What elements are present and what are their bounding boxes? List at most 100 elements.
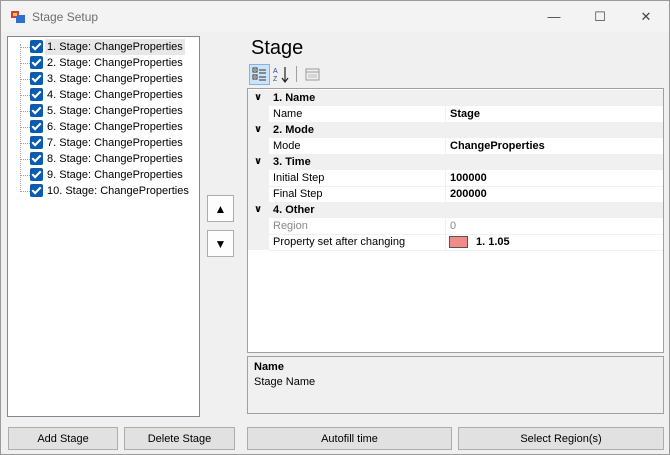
property-value[interactable]: 100000 — [450, 170, 487, 186]
chevron-down-icon[interactable]: ∨ — [253, 202, 263, 218]
property-grid-title: Stage — [251, 37, 304, 59]
row-gutter — [248, 234, 269, 250]
description-body: Stage Name — [254, 376, 316, 388]
tree-connector — [20, 79, 30, 80]
stage-tree[interactable]: 1. Stage: ChangeProperties 2. Stage: Cha… — [7, 36, 200, 417]
tree-item-label: 10. Stage: ChangeProperties — [47, 185, 189, 197]
row-gutter — [248, 170, 269, 186]
property-value[interactable]: 1. 1.05 — [476, 234, 510, 250]
stage-checkbox[interactable] — [30, 120, 43, 133]
tree-item[interactable]: 1. Stage: ChangeProperties — [8, 39, 199, 55]
chevron-down-icon[interactable]: ∨ — [253, 90, 263, 106]
tree-connector — [20, 175, 30, 176]
category-row[interactable]: ∨ 3. Time — [248, 154, 663, 170]
property-name: Region — [273, 220, 308, 232]
stage-checkbox[interactable] — [30, 104, 43, 117]
color-swatch[interactable] — [449, 236, 468, 248]
property-row[interactable]: Mode ChangeProperties — [248, 138, 663, 155]
property-grid[interactable]: ∨ 1. Name Name Stage ∨ 2. Mode Mode Chan… — [247, 88, 664, 353]
stage-checkbox[interactable] — [30, 152, 43, 165]
row-gutter — [248, 186, 269, 202]
property-row[interactable]: Final Step 200000 — [248, 186, 663, 203]
property-name: Name — [273, 108, 303, 120]
categorized-view-button[interactable] — [249, 64, 270, 85]
maximize-button[interactable]: ☐ — [577, 1, 623, 32]
tree-connector — [20, 191, 30, 192]
category-label: 1. Name — [273, 92, 316, 104]
tree-item-label: 4. Stage: ChangeProperties — [47, 89, 183, 101]
stage-checkbox[interactable] — [30, 184, 43, 197]
tree-item[interactable]: 3. Stage: ChangeProperties — [8, 71, 199, 87]
tree-connector — [20, 63, 30, 64]
category-label: 3. Time — [273, 156, 311, 168]
property-row[interactable]: Name Stage — [248, 106, 663, 123]
stage-checkbox[interactable] — [30, 168, 43, 181]
svg-text:A: A — [273, 68, 278, 75]
property-row[interactable]: Property set after changing 1. 1.05 — [248, 234, 663, 251]
column-splitter[interactable] — [445, 138, 446, 154]
tree-item[interactable]: 5. Stage: ChangeProperties — [8, 103, 199, 119]
tree-item-label: 2. Stage: ChangeProperties — [47, 57, 183, 69]
row-gutter — [248, 106, 269, 122]
property-name: Initial Step — [273, 172, 325, 184]
category-row[interactable]: ∨ 1. Name — [248, 90, 663, 106]
column-splitter[interactable] — [445, 186, 446, 202]
tree-item-label: 3. Stage: ChangeProperties — [47, 73, 183, 85]
category-row[interactable]: ∨ 4. Other — [248, 202, 663, 218]
title-bar: Stage Setup — ☐ ✕ — [1, 1, 669, 32]
alphabetical-view-button[interactable]: A Z — [271, 64, 292, 85]
window-title: Stage Setup — [32, 10, 99, 24]
category-row[interactable]: ∨ 2. Mode — [248, 122, 663, 138]
category-label: 2. Mode — [273, 124, 314, 136]
close-button[interactable]: ✕ — [623, 1, 669, 32]
toolbar-separator — [296, 66, 297, 82]
column-splitter[interactable] — [445, 170, 446, 186]
tree-item[interactable]: 9. Stage: ChangeProperties — [8, 167, 199, 183]
add-stage-button[interactable]: Add Stage — [8, 427, 118, 450]
tree-item-label: 1. Stage: ChangeProperties — [45, 39, 185, 55]
tree-item[interactable]: 7. Stage: ChangeProperties — [8, 135, 199, 151]
column-splitter[interactable] — [445, 234, 446, 250]
column-splitter[interactable] — [445, 106, 446, 122]
column-splitter[interactable] — [445, 218, 446, 234]
tree-item[interactable]: 10. Stage: ChangeProperties — [8, 183, 199, 199]
chevron-down-icon[interactable]: ∨ — [253, 154, 263, 170]
tree-item[interactable]: 8. Stage: ChangeProperties — [8, 151, 199, 167]
move-up-button[interactable]: ▲ — [207, 195, 234, 222]
property-value[interactable]: Stage — [450, 106, 480, 122]
stage-setup-window: Stage Setup — ☐ ✕ 1. Stage: ChangeProper… — [0, 0, 670, 455]
tree-item[interactable]: 2. Stage: ChangeProperties — [8, 55, 199, 71]
property-value[interactable]: ChangeProperties — [450, 138, 545, 154]
stage-checkbox[interactable] — [30, 72, 43, 85]
app-icon — [11, 11, 25, 23]
tree-item-label: 7. Stage: ChangeProperties — [47, 137, 183, 149]
tree-item[interactable]: 4. Stage: ChangeProperties — [8, 87, 199, 103]
chevron-down-icon[interactable]: ∨ — [253, 122, 263, 138]
stage-checkbox[interactable] — [30, 56, 43, 69]
stage-checkbox[interactable] — [30, 40, 43, 53]
property-row[interactable]: Initial Step 100000 — [248, 170, 663, 187]
tree-connector — [20, 143, 30, 144]
description-panel: Name Stage Name — [247, 356, 664, 414]
property-value: 0 — [450, 220, 457, 232]
tree-item-label: 8. Stage: ChangeProperties — [47, 153, 183, 165]
stage-checkbox[interactable] — [30, 136, 43, 149]
delete-stage-button[interactable]: Delete Stage — [124, 427, 235, 450]
row-gutter — [248, 138, 269, 154]
property-name: Property set after changing — [273, 236, 406, 248]
move-down-button[interactable]: ▼ — [207, 230, 234, 257]
minimize-button[interactable]: — — [531, 1, 577, 32]
select-regions-button[interactable]: Select Region(s) — [458, 427, 664, 450]
property-row[interactable]: Region 0 — [248, 218, 663, 235]
stage-checkbox[interactable] — [30, 88, 43, 101]
property-name: Mode — [273, 140, 301, 152]
property-pages-button[interactable] — [302, 64, 323, 85]
tree-connector — [20, 127, 30, 128]
autofill-time-button[interactable]: Autofill time — [247, 427, 452, 450]
property-name: Final Step — [273, 188, 323, 200]
tree-item[interactable]: 6. Stage: ChangeProperties — [8, 119, 199, 135]
property-grid-toolbar: A Z — [248, 63, 664, 85]
property-value[interactable]: 200000 — [450, 186, 487, 202]
categorized-icon — [252, 67, 266, 81]
tree-connector — [20, 111, 30, 112]
